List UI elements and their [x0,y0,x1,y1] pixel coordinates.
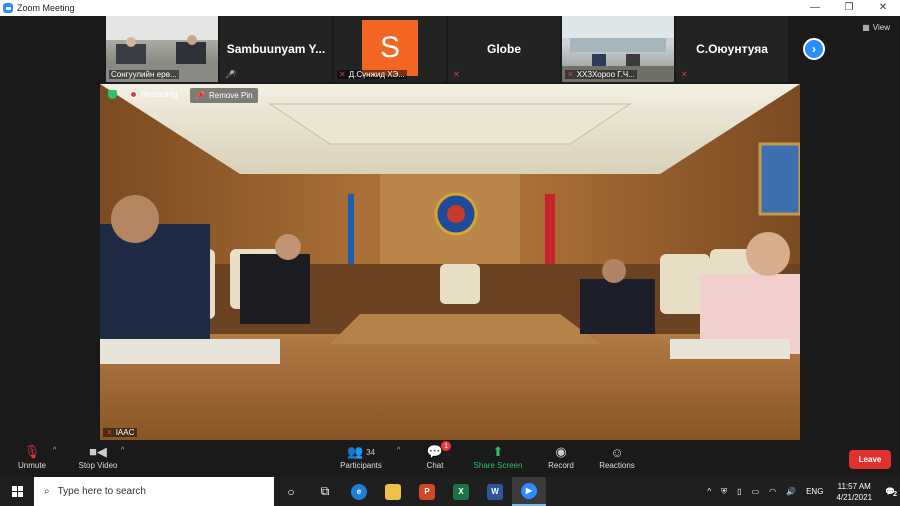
taskbar-excel[interactable]: X [444,477,478,506]
taskbar-explorer[interactable] [376,477,410,506]
notifications-button[interactable]: 💬 2 [880,487,900,498]
muted-indicator: ✕ [451,70,462,79]
participant-tile[interactable]: ✕ ХХЗХороо Г.Ч... [562,16,674,82]
participant-tile[interactable]: Globe ✕ [448,16,560,82]
participant-label: ✕ Д.Сүнжид ХЭ... [337,70,407,79]
chat-button[interactable]: 💬 1 Chat [405,441,465,470]
taskbar-word[interactable]: W [478,477,512,506]
chat-badge: 1 [441,441,452,451]
reactions-icon: ☺ [610,444,624,460]
leave-button[interactable]: Leave [849,450,891,469]
security-icon[interactable]: ⛨ [716,487,732,497]
taskbar-edge[interactable]: e [342,477,376,506]
clock[interactable]: 11:57 AM 4/21/2021 [828,481,880,503]
avatar: S [362,20,418,76]
meeting-stage: Сонгуулийн ерө... Sambuunyam Y... 🎤̸ S ✕… [0,16,900,440]
recording-indicator[interactable]: Recording [130,90,177,99]
record-button[interactable]: ◉ Record [531,443,591,470]
zoom-icon: ▶ [521,482,537,499]
cortana-icon: ○ [287,484,295,499]
wifi-icon[interactable]: ◠ [764,487,781,496]
word-icon: W [487,483,503,500]
mic-muted-icon: ✕ [453,70,460,79]
zoom-logo-icon [3,3,13,13]
language-indicator[interactable]: ENG [801,487,828,496]
participant-label: Сонгуулийн ерө... [109,70,179,79]
taskbar-search[interactable]: ⌕ Type here to search [34,477,274,506]
participants-caret[interactable]: ^ [397,447,400,454]
participant-tile[interactable]: Сонгуулийн ерө... [106,16,218,82]
participant-label: ✕ ХХЗХороо Г.Ч... [565,70,637,79]
system-tray: ^ ⛨ ▯ ▭ ◠ 🔊 ENG 11:57 AM 4/21/2021 💬 2 [702,477,900,506]
folder-icon [385,483,401,500]
mic-muted-icon: ✕ [681,70,688,79]
display-icon[interactable]: ▭ [747,487,765,496]
powerpoint-icon: P [419,483,435,500]
cortana-button[interactable]: ○ [274,477,308,506]
show-hidden-icons[interactable]: ^ [702,487,716,496]
minimize-button[interactable]: — [798,0,832,16]
next-page-button[interactable]: › [803,38,825,60]
meeting-room-video [100,84,800,440]
participants-button[interactable]: 👥 34 Participants [331,443,391,470]
stop-video-button[interactable]: ■◀ Stop Video [68,443,128,470]
mic-muted-icon: ✕ [339,70,346,79]
task-view-button[interactable]: ⧉ [308,477,342,506]
record-icon: ◉ [555,444,567,459]
shield-icon [108,90,117,99]
task-view-icon: ⧉ [320,484,330,498]
edge-icon: e [351,483,367,500]
share-screen-icon: ⬆ [492,444,504,459]
restore-button[interactable]: ❐ [832,0,866,16]
mic-muted-icon: 🎤̸ [225,70,235,79]
meeting-toolbar: 🎙 Unmute ^ ■◀ Stop Video ^ 👥 34 Participant… [0,440,900,477]
pinned-video: Recording 📌 Remove Pin ✕ IAAC [100,84,800,440]
windows-taskbar: ⌕ Type here to search ○ ⧉ e P X W ▶ ^ ⛨ ▯… [0,477,900,506]
pin-icon: 📌 [195,91,205,100]
remove-pin-button[interactable]: 📌 Remove Pin [190,88,258,103]
audio-options-caret[interactable]: ^ [53,447,56,454]
share-screen-button[interactable]: ⬆ Share Screen [468,443,528,470]
record-dot-icon [130,91,137,98]
start-button[interactable] [0,477,34,506]
mic-muted-icon: 🎙 [23,444,41,459]
mic-muted-icon: ✕ [567,70,574,79]
encryption-indicator[interactable] [108,90,117,99]
camera-icon: ■◀ [89,444,107,459]
battery-icon[interactable]: ▯ [732,487,746,496]
participant-tile[interactable]: Sambuunyam Y... 🎤̸ [220,16,332,82]
participant-name: Globe [486,42,521,56]
close-button[interactable]: ✕ [866,0,900,16]
windows-logo-icon [11,486,23,497]
speaker-label: ✕ IAAC [103,428,138,437]
title-bar: Zoom Meeting — ❐ ✕ [0,0,900,16]
participant-tile[interactable]: С.Оюунтуяа ✕ [676,16,788,82]
reactions-button[interactable]: ☺ Reactions [587,443,647,471]
grid-icon: ▦ [862,23,870,32]
window-controls: — ❐ ✕ [798,0,900,16]
mic-muted-icon: ✕ [106,428,113,437]
gallery-strip: Сонгуулийн ерө... Sambuunyam Y... 🎤̸ S ✕… [106,16,788,82]
chat-icon: 💬 1 [427,441,452,461]
window-title: Zoom Meeting [17,3,75,13]
participant-name: С.Оюунтуяа [696,42,768,56]
muted-indicator: 🎤̸ [223,70,237,79]
view-button[interactable]: ▦ View [862,23,890,32]
video-options-caret[interactable]: ^ [121,447,124,454]
taskbar-zoom[interactable]: ▶ [512,477,546,506]
muted-indicator: ✕ [679,70,690,79]
participants-icon: 👥 34 [346,444,376,459]
volume-icon[interactable]: 🔊 [781,487,801,496]
taskbar-powerpoint[interactable]: P [410,477,444,506]
excel-icon: X [453,483,469,500]
search-icon: ⌕ [44,486,50,497]
participant-tile[interactable]: S ✕ Д.Сүнжид ХЭ... [334,16,446,82]
